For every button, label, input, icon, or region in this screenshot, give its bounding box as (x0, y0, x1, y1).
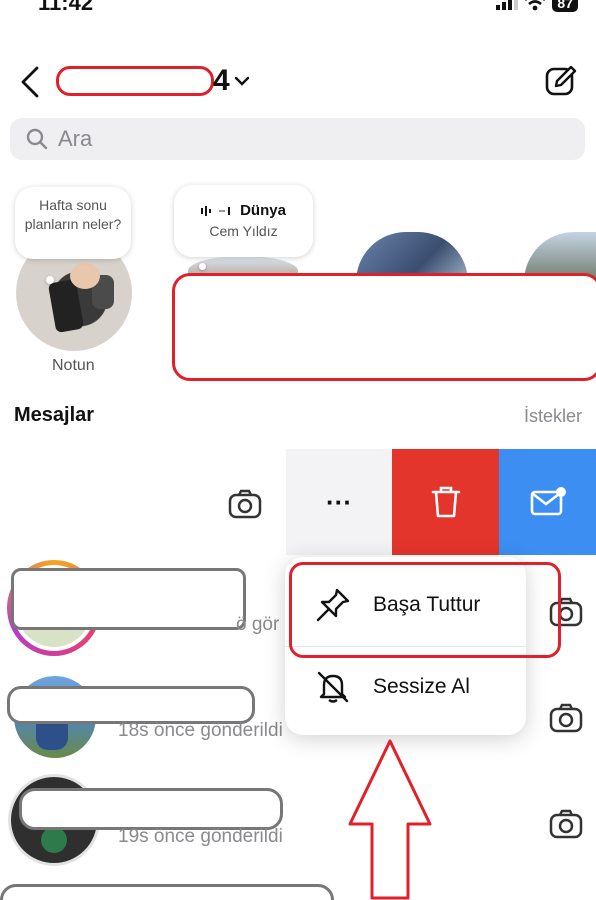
bell-off-icon (317, 671, 349, 703)
redacted-name-1 (11, 568, 246, 630)
friend-note-artist: Cem Yıldız (209, 223, 278, 239)
requests-link[interactable]: İstekler (524, 406, 582, 427)
camera-icon (549, 703, 583, 733)
compose-icon (545, 65, 577, 96)
redacted-name-4 (0, 884, 334, 900)
row-1-subtitle: ö gör (236, 614, 280, 635)
camera-button[interactable] (546, 700, 586, 736)
chevron-down-icon (234, 76, 250, 86)
back-button[interactable] (20, 66, 40, 103)
friend-note-bubble[interactable]: Dünya Cem Yıldız (174, 185, 313, 257)
my-note-label: Notun (52, 357, 95, 374)
my-note-text: Hafta sonu planların neler? (24, 197, 122, 232)
signal-icon (496, 0, 519, 10)
row-3-subtitle: 19s önce gönderildi (118, 826, 283, 847)
mute-menu-item[interactable]: Sessize Al (285, 647, 526, 727)
annotation-arrow-icon (348, 739, 432, 900)
my-note-bubble[interactable]: Hafta sonu planların neler? (15, 187, 131, 259)
trash-icon (431, 486, 460, 518)
search-placeholder: Ara (58, 126, 93, 151)
redacted-name-2 (7, 686, 255, 724)
chevron-left-icon (21, 66, 39, 98)
wifi-icon (525, 0, 546, 11)
camera-icon (549, 809, 583, 839)
note-bubble-tail (199, 263, 206, 270)
row-2-subtitle: 18s önce gönderildi (118, 720, 283, 741)
status-time: 11:42 (38, 0, 94, 15)
friend-note-song: Dünya (240, 202, 286, 219)
annotation-highlight (289, 562, 561, 658)
mark-unread-button[interactable] (499, 449, 596, 555)
camera-icon (228, 489, 262, 519)
mute-label: Sessize Al (373, 675, 470, 698)
status-indicators: 87 (496, 0, 578, 12)
messages-title: Mesajlar (14, 404, 95, 426)
note-bubble-tail (46, 276, 54, 284)
redacted-note-area (172, 273, 596, 381)
search-input[interactable]: Ara (10, 118, 585, 160)
more-options-button[interactable]: ··· (286, 449, 392, 555)
account-handle-suffix: 4 (213, 64, 230, 97)
account-switch-chevron[interactable] (234, 74, 250, 92)
camera-button[interactable] (226, 486, 264, 522)
music-waveform-icon (201, 205, 231, 216)
delete-button[interactable] (392, 449, 499, 555)
new-message-button[interactable] (544, 64, 578, 103)
search-icon (26, 128, 48, 150)
camera-button[interactable] (546, 806, 586, 842)
account-handle-redacted[interactable] (56, 66, 214, 96)
redacted-name-3 (19, 788, 283, 830)
battery-icon: 87 (552, 0, 578, 12)
mail-unread-icon (530, 487, 566, 516)
